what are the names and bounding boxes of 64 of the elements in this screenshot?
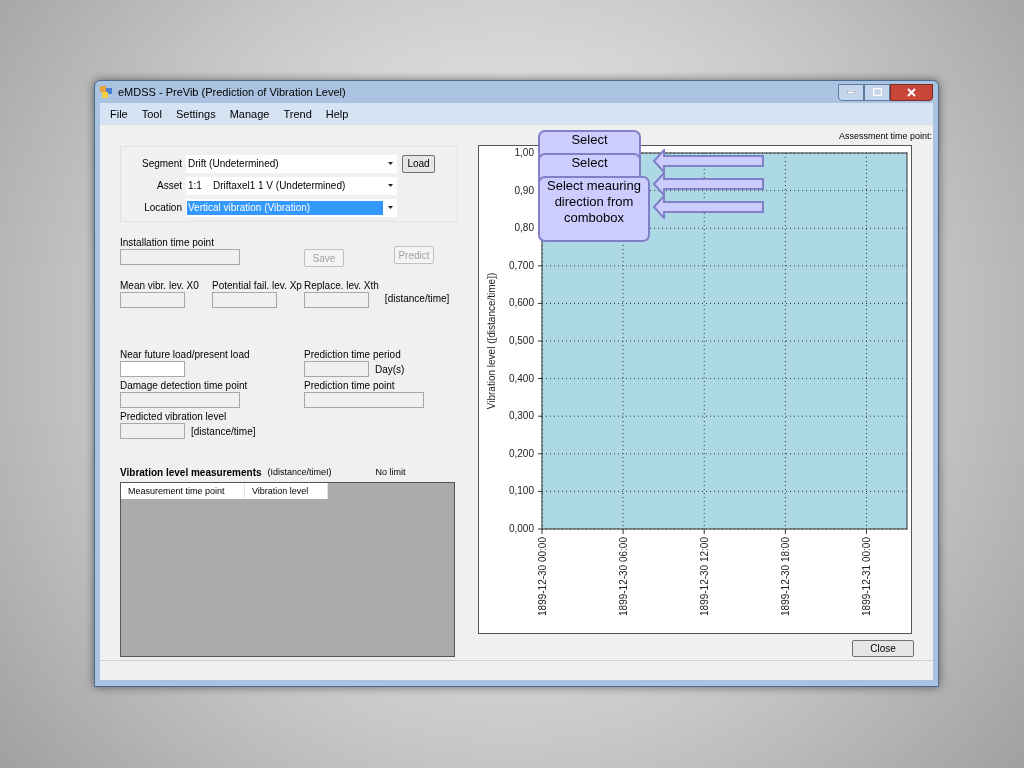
y-tick-label: 0,500 xyxy=(508,335,534,346)
menu-item[interactable]: Tool xyxy=(135,105,168,123)
combo-value: Vertical vibration (Vibration) xyxy=(187,200,383,215)
column-header[interactable]: Measurement time point xyxy=(121,483,245,499)
app-icon xyxy=(100,86,112,98)
maximize-button[interactable] xyxy=(864,83,890,101)
y-tick-label: 0,300 xyxy=(508,410,534,422)
dropdown-icon xyxy=(388,162,393,165)
unit-label: Day(s) xyxy=(375,362,405,377)
y-tick-label: 0,400 xyxy=(508,372,534,384)
y-tick-label: 0,200 xyxy=(508,447,534,459)
x-tick-label: 1899-12-30 06:00 xyxy=(618,537,630,616)
y-tick-label: 0,000 xyxy=(508,523,534,534)
x-tick-label: 1899-12-31 00:00 xyxy=(861,537,873,616)
unit-label: (Idistance/timeI) xyxy=(267,465,333,479)
field-label: Potential fail. lev. Xp xyxy=(212,279,303,292)
menu-item[interactable]: Settings xyxy=(169,105,222,123)
y-tick-label: 0,90 xyxy=(514,184,534,196)
menu-item[interactable]: Help xyxy=(319,105,355,123)
x-tick-label: 1899-12-30 00:00 xyxy=(537,537,548,616)
field-label: Prediction time point xyxy=(304,379,396,392)
window-title: eMDSS - PreVib (Prediction of Vibration Level) xyxy=(118,84,346,100)
field-label: Near future load/present load xyxy=(120,348,251,361)
close-icon xyxy=(907,87,916,97)
limit-label: No limit xyxy=(375,465,406,479)
section-title: Vibration level measurements xyxy=(120,466,262,480)
input-field[interactable] xyxy=(120,361,185,377)
combo-box[interactable]: 1:1 Driftaxel1 1 V (Undetermined) xyxy=(186,176,397,195)
field-label: Prediction time period xyxy=(304,348,402,361)
combo-value: 1:1 Driftaxel1 1 V (Undetermined) xyxy=(187,178,347,193)
field-label: Asset xyxy=(156,179,183,193)
minimize-button[interactable] xyxy=(838,83,864,101)
dropdown-icon xyxy=(388,184,393,187)
maximize-icon xyxy=(872,88,882,96)
assessment-label: Assessment time point: xyxy=(838,130,932,143)
unit-label: [distance/time] xyxy=(384,292,450,306)
menu-item[interactable]: File xyxy=(104,105,134,123)
field-label: Location xyxy=(143,201,183,215)
combo-box[interactable]: Drift (Undetermined) xyxy=(186,154,397,173)
load-button[interactable]: Load xyxy=(402,154,435,173)
field-label: Installation time point xyxy=(120,236,215,249)
y-tick-label: 0,600 xyxy=(508,297,534,309)
field-label: Mean vibr. lev. X0 xyxy=(120,279,200,292)
y-tick-label: 1,00 xyxy=(514,147,534,158)
y-tick-label: 0,100 xyxy=(508,485,534,497)
unit-label: [distance/time] xyxy=(191,424,256,439)
y-tick-label: 0,700 xyxy=(508,259,534,271)
dropdown-icon xyxy=(388,206,393,209)
menu-item[interactable]: Manage xyxy=(223,105,276,123)
combo-value: Drift (Undetermined) xyxy=(187,156,280,171)
y-axis-label: Vibration level ([distance/time]) xyxy=(486,272,497,410)
column-header[interactable]: Vibration level xyxy=(245,483,328,499)
field-label: Damage detection time point xyxy=(120,379,249,392)
y-tick-label: 0,80 xyxy=(514,222,534,234)
x-tick-label: 1899-12-30 12:00 xyxy=(699,537,711,616)
field-label: Segment xyxy=(140,157,183,171)
menu-item[interactable]: Trend xyxy=(277,105,318,123)
close-window-button[interactable] xyxy=(890,83,933,101)
field-label: Predicted vibration level xyxy=(120,410,228,423)
callout: Select meauring direction from combobox xyxy=(538,176,650,242)
close-button[interactable]: Close xyxy=(852,640,914,657)
field-label: Replace. lev. Xth xyxy=(304,279,379,292)
x-tick-label: 1899-12-30 18:00 xyxy=(780,537,792,616)
minimize-icon xyxy=(847,90,855,94)
